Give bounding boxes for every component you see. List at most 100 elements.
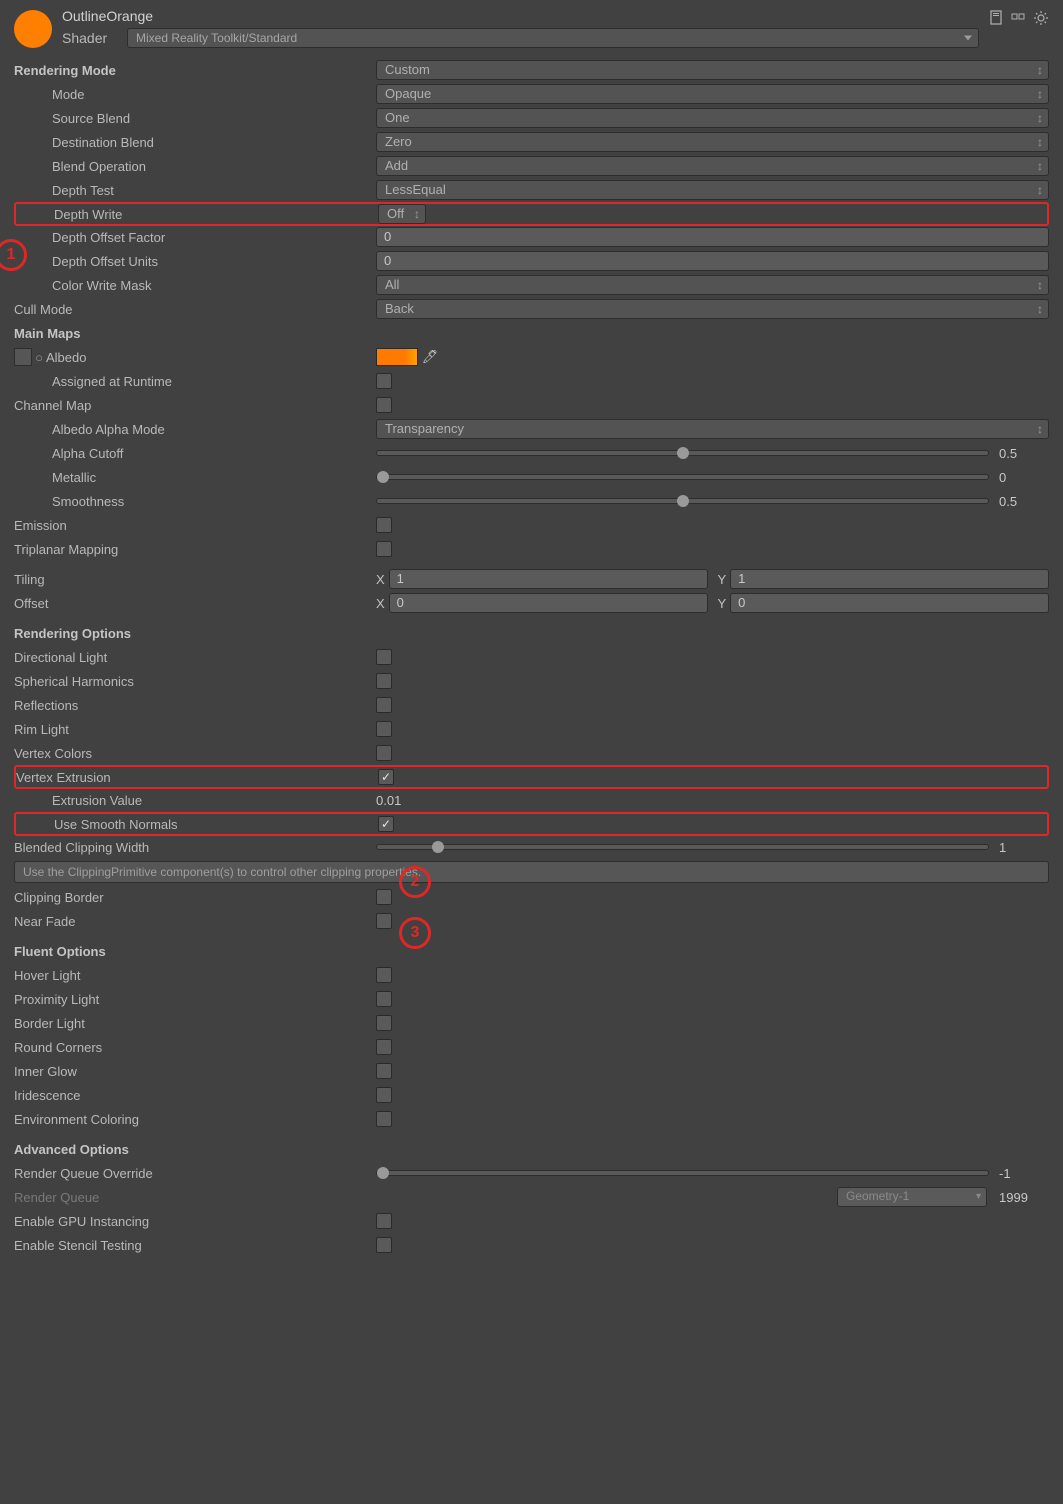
near-fade-label: Near Fade <box>14 914 376 929</box>
color-write-mask-label: Color Write Mask <box>14 278 376 293</box>
blended-clipping-width-value[interactable]: 1 <box>999 840 1049 855</box>
alpha-cutoff-slider[interactable] <box>376 450 989 456</box>
tiling-label: Tiling <box>14 572 376 587</box>
destination-blend-label: Destination Blend <box>14 135 376 150</box>
extrusion-value[interactable]: 0.01 <box>376 793 401 808</box>
directional-light-checkbox[interactable] <box>376 649 392 665</box>
blended-clipping-width-label: Blended Clipping Width <box>14 840 376 855</box>
proximity-light-label: Proximity Light <box>14 992 376 1007</box>
smoothness-label: Smoothness <box>14 494 376 509</box>
reflections-label: Reflections <box>14 698 376 713</box>
gear-icon[interactable] <box>1033 10 1049 26</box>
alpha-cutoff-value[interactable]: 0.5 <box>999 446 1049 461</box>
shader-dropdown[interactable]: Mixed Reality Toolkit/Standard <box>127 28 979 48</box>
tiling-x-input[interactable]: 1 <box>389 569 708 589</box>
blended-clipping-width-slider[interactable] <box>376 844 989 850</box>
albedo-alpha-mode-label: Albedo Alpha Mode <box>14 422 376 437</box>
clipping-note: Use the ClippingPrimitive component(s) t… <box>14 861 1049 883</box>
albedo-texture-slot[interactable] <box>14 348 32 366</box>
cull-mode-label: Cull Mode <box>14 302 376 317</box>
rim-light-checkbox[interactable] <box>376 721 392 737</box>
spherical-harmonics-checkbox[interactable] <box>376 673 392 689</box>
border-light-label: Border Light <box>14 1016 376 1031</box>
depth-write-label: Depth Write <box>16 207 378 222</box>
inner-glow-checkbox[interactable] <box>376 1063 392 1079</box>
assigned-at-runtime-checkbox[interactable] <box>376 373 392 389</box>
offset-label: Offset <box>14 596 376 611</box>
depth-offset-factor-label: Depth Offset Factor <box>14 230 376 245</box>
smoothness-slider[interactable] <box>376 498 989 504</box>
reflections-checkbox[interactable] <box>376 697 392 713</box>
depth-write-dropdown[interactable]: Off <box>378 204 426 224</box>
proximity-light-checkbox[interactable] <box>376 991 392 1007</box>
render-queue-override-slider[interactable] <box>376 1170 989 1176</box>
offset-y-input[interactable]: 0 <box>730 593 1049 613</box>
material-name: OutlineOrange <box>62 8 979 24</box>
enable-gpu-instancing-checkbox[interactable] <box>376 1213 392 1229</box>
use-smooth-normals-checkbox[interactable]: ✓ <box>378 816 394 832</box>
tiling-y-input[interactable]: 1 <box>730 569 1049 589</box>
channel-map-label: Channel Map <box>14 398 376 413</box>
depth-offset-units-input[interactable]: 0 <box>376 251 1049 271</box>
mode-dropdown[interactable]: Opaque <box>376 84 1049 104</box>
use-smooth-normals-label: Use Smooth Normals <box>16 817 378 832</box>
main-maps-heading: Main Maps <box>14 326 376 341</box>
metallic-slider[interactable] <box>376 474 989 480</box>
emission-checkbox[interactable] <box>376 517 392 533</box>
render-queue-override-value[interactable]: -1 <box>999 1166 1049 1181</box>
rendering-mode-dropdown[interactable]: Custom <box>376 60 1049 80</box>
iridescence-checkbox[interactable] <box>376 1087 392 1103</box>
channel-map-checkbox[interactable] <box>376 397 392 413</box>
albedo-alpha-mode-dropdown[interactable]: Transparency <box>376 419 1049 439</box>
albedo-color-swatch[interactable] <box>376 348 418 366</box>
source-blend-dropdown[interactable]: One <box>376 108 1049 128</box>
metallic-value[interactable]: 0 <box>999 470 1049 485</box>
vertex-extrusion-checkbox[interactable]: ✓ <box>378 769 394 785</box>
clipping-border-checkbox[interactable] <box>376 889 392 905</box>
inner-glow-label: Inner Glow <box>14 1064 376 1079</box>
help-icon[interactable] <box>989 10 1005 26</box>
mode-label: Mode <box>14 87 376 102</box>
render-queue-dropdown[interactable]: Geometry-1 <box>837 1187 987 1207</box>
albedo-picker-icon[interactable]: ○ <box>34 350 44 365</box>
preset-icon[interactable] <box>1011 10 1027 26</box>
border-light-checkbox[interactable] <box>376 1015 392 1031</box>
vertex-extrusion-label: Vertex Extrusion <box>16 770 378 785</box>
eyedropper-icon[interactable]: 🖊 <box>422 348 438 366</box>
iridescence-label: Iridescence <box>14 1088 376 1103</box>
vertex-colors-checkbox[interactable] <box>376 745 392 761</box>
blend-operation-label: Blend Operation <box>14 159 376 174</box>
round-corners-checkbox[interactable] <box>376 1039 392 1055</box>
smoothness-value[interactable]: 0.5 <box>999 494 1049 509</box>
environment-coloring-label: Environment Coloring <box>14 1112 376 1127</box>
enable-stencil-testing-checkbox[interactable] <box>376 1237 392 1253</box>
environment-coloring-checkbox[interactable] <box>376 1111 392 1127</box>
color-write-mask-dropdown[interactable]: All <box>376 275 1049 295</box>
hover-light-label: Hover Light <box>14 968 376 983</box>
alpha-cutoff-label: Alpha Cutoff <box>14 446 376 461</box>
header-bar: OutlineOrange Shader Mixed Reality Toolk… <box>14 8 1049 48</box>
annotated-row-1: Depth Write Off <box>14 202 1049 226</box>
cull-mode-dropdown[interactable]: Back <box>376 299 1049 319</box>
extrusion-value-label: Extrusion Value <box>14 793 376 808</box>
annotation-ring-3: 3 <box>399 917 431 949</box>
hover-light-checkbox[interactable] <box>376 967 392 983</box>
destination-blend-dropdown[interactable]: Zero <box>376 132 1049 152</box>
offset-x-input[interactable]: 0 <box>389 593 708 613</box>
annotated-row-2: Vertex Extrusion ✓ <box>14 765 1049 789</box>
spherical-harmonics-label: Spherical Harmonics <box>14 674 376 689</box>
near-fade-checkbox[interactable] <box>376 913 392 929</box>
triplanar-mapping-label: Triplanar Mapping <box>14 542 376 557</box>
triplanar-mapping-checkbox[interactable] <box>376 541 392 557</box>
render-queue-override-label: Render Queue Override <box>14 1166 376 1181</box>
rendering-options-heading: Rendering Options <box>14 626 376 641</box>
assigned-at-runtime-label: Assigned at Runtime <box>14 374 376 389</box>
blend-operation-dropdown[interactable]: Add <box>376 156 1049 176</box>
albedo-label: Albedo <box>46 350 86 365</box>
annotated-row-3: Use Smooth Normals ✓ <box>14 812 1049 836</box>
depth-test-dropdown[interactable]: LessEqual <box>376 180 1049 200</box>
material-preview-orb <box>14 10 52 48</box>
annotation-ring-2: 2 <box>399 866 431 898</box>
render-queue-value: 1999 <box>999 1190 1049 1205</box>
depth-offset-factor-input[interactable]: 0 <box>376 227 1049 247</box>
